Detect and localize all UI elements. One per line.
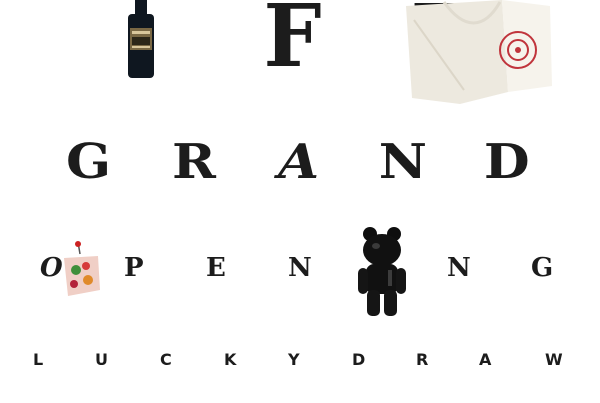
grand-letter-a: A [278,134,320,190]
tote-bag-image [406,0,552,104]
opening-letter-n: N [288,253,312,283]
opening-letter-e: E [206,253,226,283]
black-bear-figure-image [358,227,406,316]
grand-row: G R A N D [0,138,600,188]
lucky-letter-l: L [33,350,44,369]
draw-letter-d: D [352,350,366,369]
opening-letter-n2: N [447,253,471,283]
lucky-draw-row: L U C K Y D R A W [0,352,600,374]
opening-letter-g: G [531,253,554,283]
grand-letter-n: N [378,134,428,190]
grand-letter-d: D [483,134,530,190]
opening-letter-p: P [124,253,144,283]
lucky-letter-y: Y [288,350,300,369]
lucky-letter-k: K [224,350,237,369]
draw-letter-r: R [416,350,429,369]
draw-letter-w: W [545,350,563,369]
draw-letter-a: A [479,350,492,369]
grand-letter-r: R [172,134,216,190]
wine-bottle-image [128,0,154,78]
grand-letter-g: G [65,134,112,190]
top-letter-f: F [263,0,322,87]
lucky-letter-u: U [95,350,108,369]
cake-image [64,241,100,296]
top-row: F T [0,0,600,110]
lucky-letter-c: C [160,350,172,369]
